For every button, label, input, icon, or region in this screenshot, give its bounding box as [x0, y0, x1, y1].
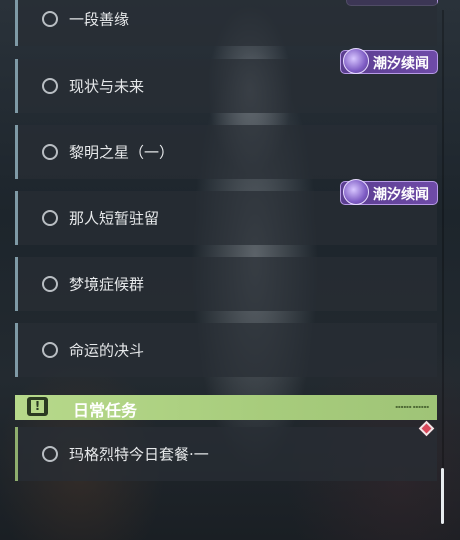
- quest-label: 一段善缘: [69, 10, 130, 29]
- quest-status-circle-icon: [42, 144, 58, 160]
- quest-label: 玛格烈特今日套餐·一: [69, 445, 209, 464]
- tide-swirl-icon: [343, 48, 369, 74]
- quest-label: 梦境症候群: [69, 275, 145, 294]
- quest-item[interactable]: 梦境症候群: [15, 257, 437, 311]
- event-badge-label: 潮汐续闻: [373, 56, 429, 72]
- event-badge: 潮汐续闻: [340, 179, 438, 205]
- daily-quest-item[interactable]: 玛格烈特今日套餐·一: [15, 427, 437, 481]
- quest-label: 那人短暂驻留: [69, 209, 160, 228]
- quest-label: 黎明之星（一）: [69, 143, 175, 162]
- scrollbar-thumb[interactable]: [441, 468, 444, 524]
- quest-label: 命运的决斗: [69, 341, 145, 360]
- tide-swirl-icon: [343, 179, 369, 205]
- quest-item[interactable]: 黎明之星（一）: [15, 125, 437, 179]
- section-decoration: ▪▪▪▪▪▪ ▪▪▪▪▪▪: [395, 404, 429, 409]
- quest-item[interactable]: 命运的决斗: [15, 323, 437, 377]
- quest-status-circle-icon: [42, 210, 58, 226]
- quest-status-circle-icon: [42, 342, 58, 358]
- exclamation-icon: !: [27, 397, 48, 416]
- quest-status-circle-icon: [42, 446, 58, 462]
- quest-label: 现状与未来: [69, 77, 145, 96]
- section-title: 日常任务: [73, 401, 138, 420]
- quest-item[interactable]: 一段善缘: [15, 0, 437, 46]
- event-badge-label: 潮汐续闻: [373, 187, 429, 203]
- scrollbar-track[interactable]: [442, 10, 444, 525]
- daily-section-header[interactable]: ! 日常任务 ▪▪▪▪▪▪ ▪▪▪▪▪▪: [15, 395, 437, 420]
- quest-status-circle-icon: [42, 11, 58, 27]
- quest-status-circle-icon: [42, 78, 58, 94]
- quest-status-circle-icon: [42, 276, 58, 292]
- event-badge: 潮汐续闻: [340, 48, 438, 74]
